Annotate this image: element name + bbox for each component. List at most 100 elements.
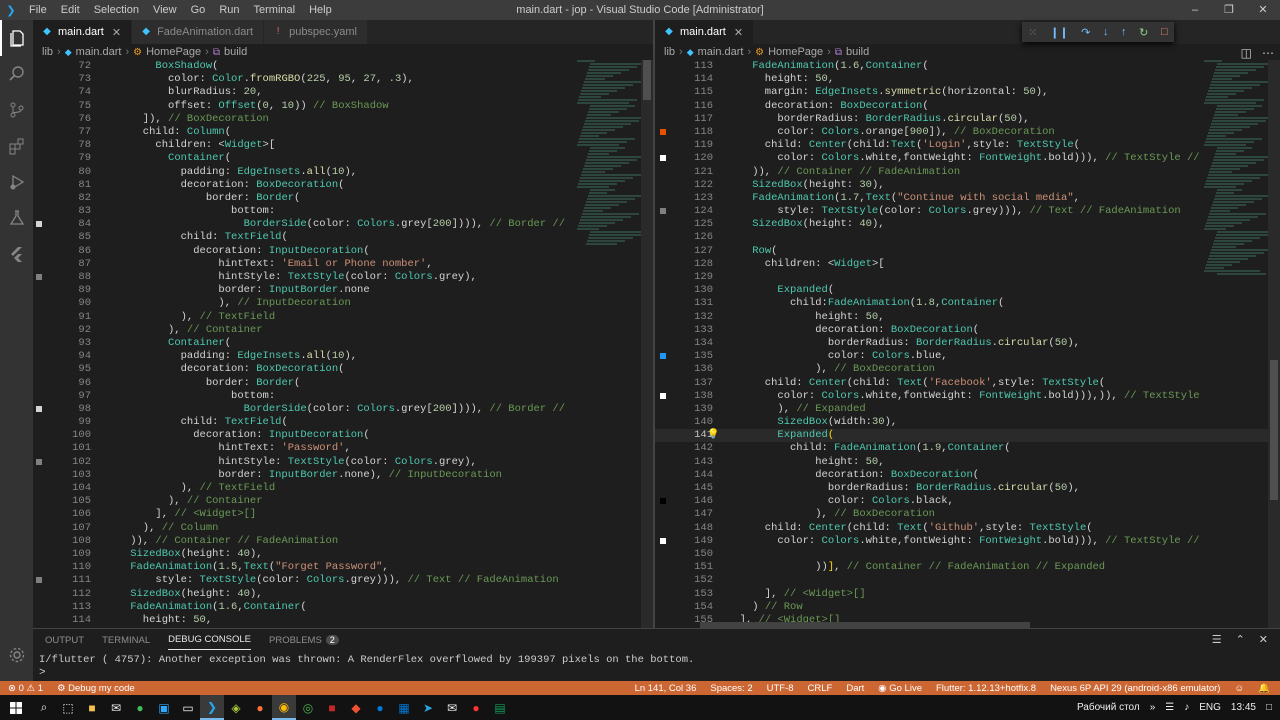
code-line[interactable]: 116 decoration: BoxDecoration( [655,100,1280,113]
code-line[interactable]: 77 child: Column( [33,126,653,139]
menu-help[interactable]: Help [302,0,339,20]
code-line[interactable]: 76 ]), // BoxDecoration [33,113,653,126]
code-line[interactable]: 152 [655,574,1280,587]
code-line[interactable]: 137 child: Center(child: Text ('Facebook'… [655,377,1280,390]
code-line[interactable]: 114 height: 50, [33,614,653,627]
feedback-icon[interactable]: ☺ [1234,683,1244,694]
code-line[interactable]: 129 [655,271,1280,284]
code-line[interactable]: 84 BorderSide(color: Colors.grey[200])))… [33,218,653,231]
code-line[interactable]: 💡 141 Expanded( [655,429,1280,443]
color-swatch-icon[interactable] [660,128,666,135]
code-line[interactable]: 127 Row( [655,245,1280,258]
clock[interactable]: 13:45 [1231,702,1256,713]
code-line[interactable]: 94 padding: EdgeInsets.all(10), [33,350,653,363]
code-line[interactable]: 124 style: TextStyle(color: Colors.grey)… [655,205,1280,218]
close-tab-icon[interactable]: ✕ [112,26,121,39]
encoding[interactable]: UTF-8 [767,683,794,694]
color-swatch-icon[interactable] [660,353,666,360]
folder-icon[interactable]: ■ [80,695,104,720]
breadcrumb-method[interactable]: build [846,46,869,58]
menu-go[interactable]: Go [184,0,213,20]
android-studio-icon[interactable]: ◈ [224,695,248,720]
code-line[interactable]: 78 children: <Widget>[ [33,139,653,152]
tab-main-dart[interactable]: ◆ main.dart ✕ [655,20,755,44]
code-line[interactable]: 107 ), // Column [33,522,653,535]
code-line[interactable]: 130 Expanded( [655,284,1280,297]
code-line[interactable]: 135 color: Colors.blue, [655,350,1280,363]
chrome-icon[interactable]: ◉ [272,695,296,720]
code-line[interactable]: 72 BoxShadow( [33,60,653,73]
mail-app-icon[interactable]: ✉ [440,695,464,720]
code-line[interactable]: 148 child: Center(child: Text ('Github',s… [655,522,1280,535]
extensions-icon[interactable] [0,128,33,164]
code-line[interactable]: 108 )), // Container // FadeAnimation [33,535,653,548]
line-ending[interactable]: CRLF [808,683,833,694]
code-line[interactable]: 74 blurRadius: 20, [33,86,653,99]
problems-status[interactable]: ⊗ 0 ⚠ 1 [8,683,43,694]
source-control-icon[interactable] [0,92,33,128]
search-icon[interactable]: ⌕ [32,695,56,720]
media-icon[interactable]: ■ [320,695,344,720]
desktop-label[interactable]: Рабочий стол [1077,702,1140,713]
code-line[interactable]: 136 ), // BoxDecoration [655,363,1280,376]
yandex-icon[interactable]: ● [464,695,488,720]
code-line[interactable]: 86 decoration: InputDecoration( [33,245,653,258]
code-line[interactable]: 102 hintStyle: TextStyle(color: Colors.g… [33,456,653,469]
color-swatch-icon[interactable] [36,405,42,412]
code-line[interactable]: 121 )), // Container // FadeAnimation [655,166,1280,179]
console-prompt[interactable]: > [33,667,1280,679]
input-language[interactable]: ENG [1199,702,1221,713]
step-over-icon[interactable]: ↷ [1081,26,1090,39]
code-line[interactable]: 97 bottom: [33,390,653,403]
photoshop-icon[interactable]: ▣ [152,695,176,720]
step-into-icon[interactable]: ↓ [1103,26,1109,38]
chevron-up-icon[interactable]: » [1150,702,1156,713]
code-line[interactable]: 104 ), // TextField [33,482,653,495]
search-icon[interactable] [0,56,33,92]
breadcrumb-class[interactable]: HomePage [146,46,201,58]
menu-terminal[interactable]: Terminal [247,0,303,20]
color-swatch-icon[interactable] [660,392,666,399]
code-line[interactable]: 100 decoration: InputDecoration( [33,429,653,442]
code-editor[interactable]: 72 BoxShadow(73 color: Color.fromRGBO(22… [33,60,653,628]
tab-debug-console[interactable]: DEBUG CONSOLE [168,631,251,650]
code-line[interactable]: 146 color: Colors.black, [655,495,1280,508]
code-line[interactable]: 144 decoration: BoxDecoration( [655,469,1280,482]
code-line[interactable]: 88 hintStyle: TextStyle(color: Colors.gr… [33,271,653,284]
vertical-scrollbar[interactable] [1268,60,1280,628]
code-line[interactable]: 138 color: Colors.white,fontWeight: Font… [655,390,1280,403]
store-icon[interactable]: ▦ [392,695,416,720]
color-swatch-icon[interactable] [36,577,42,584]
notification-center-icon[interactable]: □ [1266,702,1272,713]
breadcrumb-class[interactable]: HomePage [768,46,823,58]
sheets-icon[interactable]: ▤ [488,695,512,720]
code-line[interactable]: 103 border: InputBorder.none), // InputD… [33,469,653,482]
code-line[interactable]: 89 border: InputBorder.none [33,284,653,297]
code-line[interactable]: 125 SizedBox(height: 40), [655,218,1280,231]
grip-icon[interactable]: ⁙ [1028,26,1037,39]
debug-status[interactable]: ⚙ Debug my code [57,683,135,694]
menu-run[interactable]: Run [212,0,246,20]
breadcrumb-folder[interactable]: lib [42,46,53,58]
code-line[interactable]: 101 hintText: 'Password', [33,442,653,455]
code-line[interactable]: 142 child: FadeAnimation(1.9,Container( [655,442,1280,455]
tab-pubspec-yaml[interactable]: ! pubspec.yaml [264,20,368,44]
volume-icon[interactable]: ♪ [1184,702,1189,713]
code-line[interactable]: 132 height: 50, [655,311,1280,324]
menu-file[interactable]: File [22,0,54,20]
color-swatch-icon[interactable] [36,274,42,280]
code-line[interactable]: 154 ) // Row [655,601,1280,614]
code-line[interactable]: 114 height: 50, [655,73,1280,86]
close-panel-icon[interactable]: ✕ [1259,633,1268,646]
indentation[interactable]: Spaces: 2 [710,683,752,694]
app-icon[interactable]: ◎ [296,695,320,720]
color-swatch-icon[interactable] [660,208,666,215]
code-line[interactable]: 140 SizedBox(width:30), [655,416,1280,429]
code-line[interactable]: 109 SizedBox(height: 40), [33,548,653,561]
lightbulb-icon[interactable]: 💡 [707,429,719,442]
testing-icon[interactable] [0,200,33,236]
code-line[interactable]: 98 BorderSide(color: Colors.grey[200])))… [33,403,653,416]
code-line[interactable]: 93 Container( [33,337,653,350]
clear-console-icon[interactable]: ☰ [1212,633,1222,646]
tab-problems[interactable]: PROBLEMS 2 [269,634,339,646]
